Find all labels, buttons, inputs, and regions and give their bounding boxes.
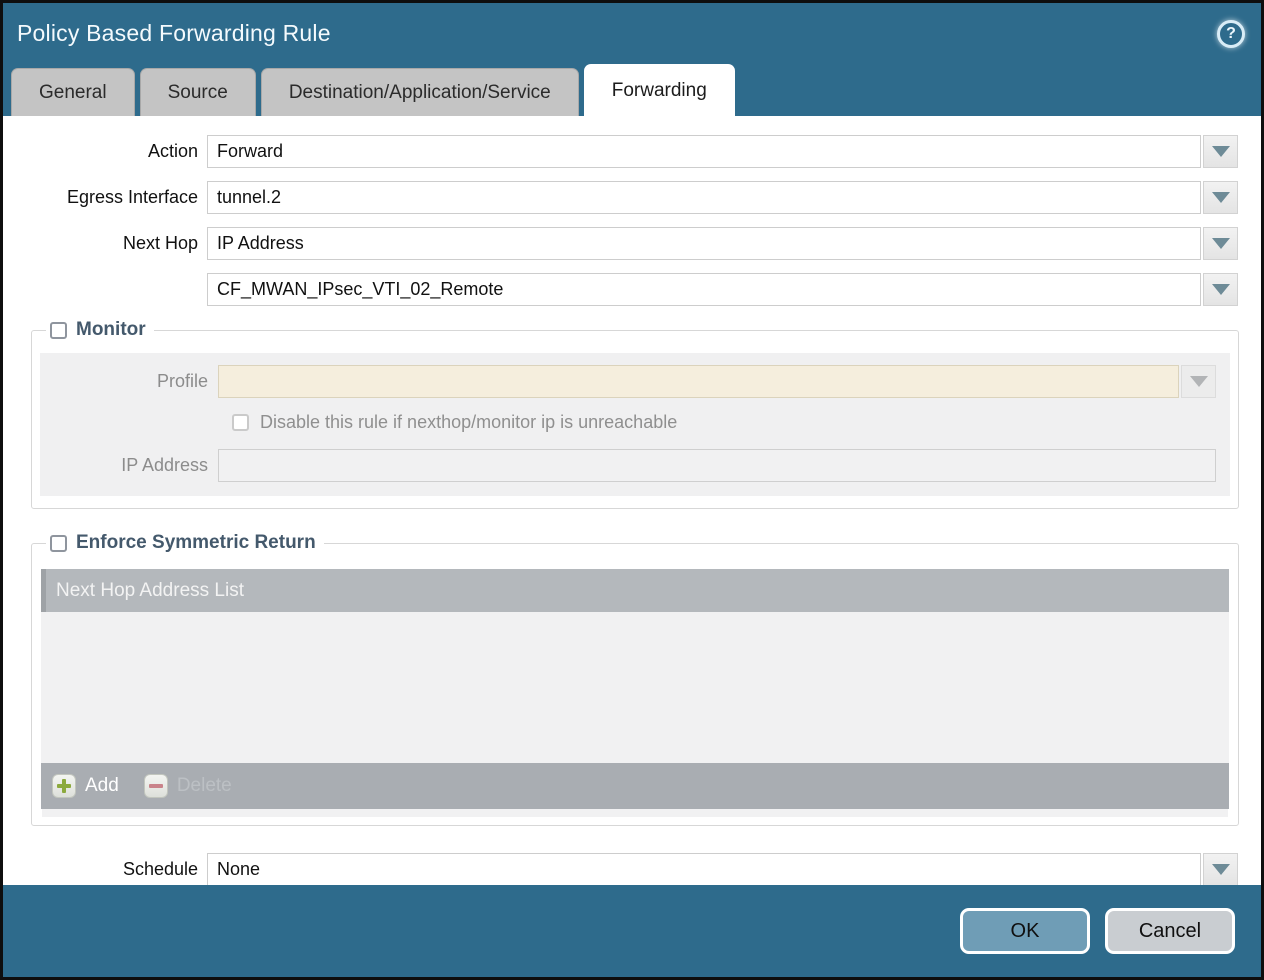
delete-minus-icon [144, 774, 168, 798]
chevron-down-icon [1212, 864, 1230, 875]
action-row: Action Forward [3, 135, 1261, 168]
tab-destination-application-service[interactable]: Destination/Application/Service [261, 68, 579, 116]
next-hop-address-list-header: Next Hop Address List [41, 569, 1229, 612]
monitor-checkbox[interactable] [50, 322, 67, 339]
chevron-down-icon [1212, 146, 1230, 157]
pbf-rule-dialog: Policy Based Forwarding Rule ? General S… [0, 0, 1264, 980]
cancel-button[interactable]: Cancel [1105, 908, 1235, 954]
delete-button: Delete [144, 774, 232, 798]
schedule-label: Schedule [3, 859, 207, 880]
monitor-ip-address-label: IP Address [40, 455, 218, 476]
chevron-down-icon [1212, 238, 1230, 249]
schedule-row: Schedule None [3, 853, 1261, 885]
delete-button-label: Delete [177, 775, 232, 797]
table-bottom-strip [42, 809, 1228, 817]
ok-button[interactable]: OK [960, 908, 1090, 954]
help-icon-glyph: ? [1226, 25, 1236, 43]
chevron-down-icon [1212, 284, 1230, 295]
next-hop-row: Next Hop IP Address [3, 227, 1261, 260]
next-hop-address-dropdown-button[interactable] [1203, 273, 1238, 306]
disable-rule-checkbox [232, 414, 249, 431]
help-icon[interactable]: ? [1217, 20, 1245, 48]
monitor-ip-address-input [218, 449, 1216, 482]
enforce-symmetric-return-title: Enforce Symmetric Return [76, 532, 316, 554]
dialog-titlebar: Policy Based Forwarding Rule ? [3, 3, 1261, 63]
monitor-panel: Profile Disable this rule if nexthop/mon… [40, 353, 1230, 496]
add-plus-icon [52, 774, 76, 798]
tab-bar: General Source Destination/Application/S… [3, 63, 1261, 116]
schedule-dropdown-button[interactable] [1203, 853, 1238, 885]
monitor-disable-rule-row: Disable this rule if nexthop/monitor ip … [40, 412, 1230, 433]
add-button-label: Add [85, 775, 119, 797]
schedule-select[interactable]: None [207, 853, 1201, 885]
next-hop-label: Next Hop [3, 233, 207, 254]
next-hop-type-dropdown-button[interactable] [1203, 227, 1238, 260]
next-hop-address-select[interactable]: CF_MWAN_IPsec_VTI_02_Remote [207, 273, 1201, 306]
egress-interface-row: Egress Interface tunnel.2 [3, 181, 1261, 214]
enforce-symmetric-return-group: Enforce Symmetric Return Next Hop Addres… [31, 532, 1239, 826]
monitor-profile-label: Profile [40, 371, 218, 392]
next-hop-type-select[interactable]: IP Address [207, 227, 1201, 260]
egress-interface-label: Egress Interface [3, 187, 207, 208]
egress-interface-select[interactable]: tunnel.2 [207, 181, 1201, 214]
tab-source[interactable]: Source [140, 68, 256, 116]
action-dropdown-button[interactable] [1203, 135, 1238, 168]
next-hop-address-list-header-label: Next Hop Address List [56, 580, 244, 602]
monitor-profile-row: Profile [40, 365, 1230, 398]
action-label: Action [3, 141, 207, 162]
next-hop-address-table: Next Hop Address List Add Delete [41, 569, 1229, 817]
tab-content-forwarding: Action Forward Egress Interface tunnel.2… [3, 116, 1261, 885]
disable-rule-label: Disable this rule if nexthop/monitor ip … [260, 412, 677, 433]
monitor-group-title: Monitor [76, 319, 146, 341]
action-select[interactable]: Forward [207, 135, 1201, 168]
add-button[interactable]: Add [52, 774, 119, 798]
next-hop-address-list-toolbar: Add Delete [41, 763, 1229, 809]
dialog-title: Policy Based Forwarding Rule [17, 20, 331, 47]
monitor-profile-dropdown-button [1181, 365, 1216, 398]
chevron-down-icon [1212, 192, 1230, 203]
tab-forwarding[interactable]: Forwarding [584, 64, 735, 116]
egress-interface-dropdown-button[interactable] [1203, 181, 1238, 214]
tab-general[interactable]: General [11, 68, 135, 116]
monitor-group: Monitor Profile Disable this rule if nex… [31, 319, 1239, 509]
chevron-down-icon [1190, 376, 1208, 387]
enforce-symmetric-return-legend: Enforce Symmetric Return [46, 532, 324, 554]
monitor-legend: Monitor [46, 319, 154, 341]
next-hop-address-row: CF_MWAN_IPsec_VTI_02_Remote [3, 273, 1261, 306]
monitor-profile-select [218, 365, 1179, 398]
enforce-symmetric-return-checkbox[interactable] [50, 535, 67, 552]
dialog-footer: OK Cancel [3, 885, 1261, 977]
next-hop-address-list-body[interactable] [41, 612, 1229, 763]
monitor-ip-address-row: IP Address [40, 449, 1230, 482]
